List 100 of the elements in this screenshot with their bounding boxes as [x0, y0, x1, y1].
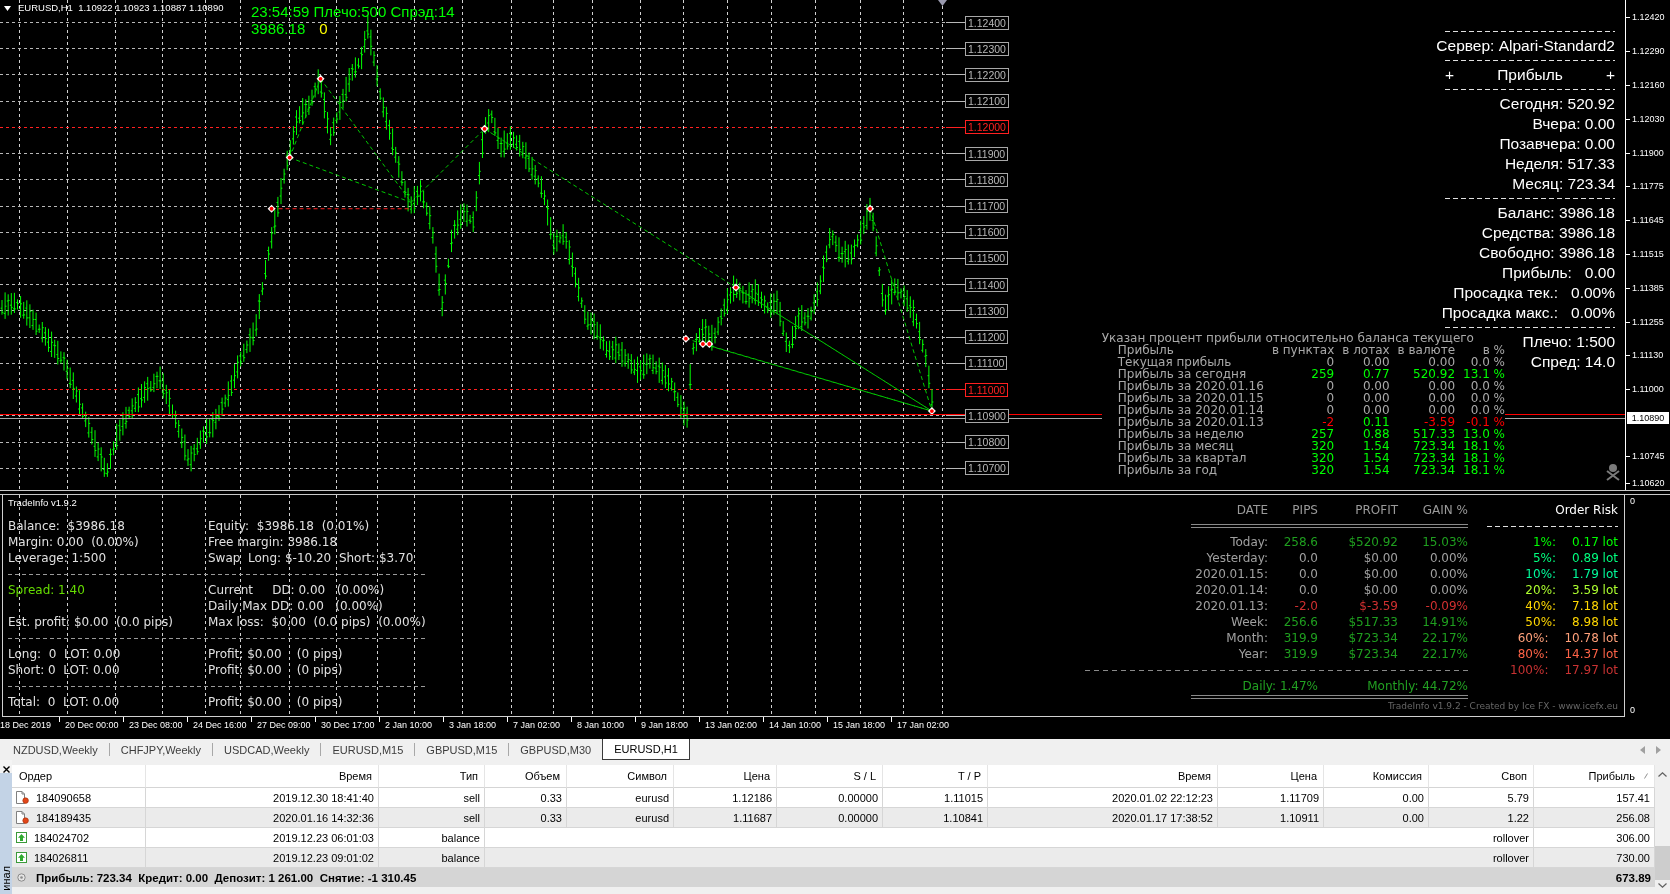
- table-cell: 0.00000: [777, 788, 883, 808]
- info-text: Margin: 0.00 (0.00%): [8, 534, 140, 550]
- table-cell-text: 320: [1310, 440, 1335, 452]
- info-text: Swap Long: $-10.20 Short: $3.70: [208, 550, 415, 566]
- stats-value: $-3.59: [1358, 598, 1398, 614]
- price-axis-label: 1.12030: [1632, 114, 1665, 125]
- risk-label: 1%:: [1533, 534, 1557, 550]
- risk-value: 17.97 lot: [1564, 662, 1618, 678]
- table-cell: rollover: [485, 828, 1534, 848]
- profit-note: Указан процент прибыли относительно баланса текущего: [1101, 332, 1475, 344]
- info-text: Total: 0 LOT: 0.00: [8, 694, 121, 710]
- risk-label: 50%:: [1525, 614, 1557, 630]
- price-axis-label: 1.11000: [1632, 384, 1664, 395]
- table-cell: balance: [379, 828, 485, 848]
- chart-tab[interactable]: NZDUSD,Weekly: [2, 739, 109, 760]
- chart-tab[interactable]: CHFJPY,Weekly: [109, 739, 213, 760]
- stats-value: 15.03%: [1421, 534, 1468, 550]
- table-cell-text: 1.54: [1361, 464, 1390, 476]
- chart-tab[interactable]: EURUSD,H1: [602, 739, 690, 760]
- risk-label: 5%:: [1533, 550, 1557, 566]
- table-cell: 184026811: [34, 851, 89, 864]
- chart-tab[interactable]: GBPUSD,M30: [509, 739, 603, 760]
- price-level-label: 1.12300: [965, 42, 1009, 56]
- risk-value: 0.89 lot: [1572, 550, 1618, 566]
- price-level-label: 1.11300: [965, 304, 1009, 318]
- table-cell-text: 0.0 %: [1469, 404, 1505, 416]
- table-cell: 1.12186: [674, 788, 777, 808]
- table-cell-text: 0: [1326, 356, 1335, 368]
- ring-icon: [17, 873, 26, 882]
- column-header: в лотах: [1342, 344, 1390, 356]
- risk-label: 60%:: [1517, 630, 1549, 646]
- stats-value: $520.92: [1347, 534, 1398, 550]
- table-cell: 184024702: [34, 831, 90, 844]
- stats-value: 256.6: [1282, 614, 1318, 630]
- account-line: Средства: 3986.18: [1481, 223, 1615, 243]
- table-cell-text: 1.54: [1361, 452, 1390, 464]
- table-cell-text: 0: [1325, 392, 1335, 404]
- chart-tab[interactable]: EURUSD,M15: [321, 739, 415, 760]
- price-level-label: 1.10900: [965, 409, 1009, 423]
- scroll-up-icon[interactable]: [1658, 772, 1667, 777]
- column-header[interactable]: S / L: [777, 765, 883, 788]
- scrollbar-thumb[interactable]: [1655, 846, 1670, 880]
- table-cell-text: 320: [1310, 452, 1335, 464]
- table-cell-text: -2: [1321, 416, 1335, 428]
- chart-tab[interactable]: GBPUSD,M15: [415, 739, 509, 760]
- column-header[interactable]: Ордер: [12, 765, 146, 788]
- summary-text: Прибыль: 723.34 Кредит: 0.00 Депозит: 1 261.00 Снятие: -1 310.45: [36, 871, 417, 884]
- close-icon[interactable]: [2, 766, 10, 773]
- row-label: Прибыль за 2020.01.16: [1116, 380, 1264, 392]
- table-cell: rollover: [485, 848, 1534, 868]
- table-cell: 2019.12.23 06:01:03: [146, 828, 379, 848]
- risk-label: 40%:: [1525, 598, 1557, 614]
- risk-label: 100%:: [1510, 662, 1549, 678]
- info-text: Spread: 1.40: [8, 582, 86, 598]
- stats-value: $723.34: [1347, 646, 1398, 662]
- time-axis-label: 9 Jan 18:00: [641, 720, 689, 730]
- price-level-label: 1.11400: [965, 278, 1009, 292]
- column-header[interactable]: Прибыль: [1534, 765, 1655, 788]
- time-axis-label: 17 Jan 02:00: [897, 720, 950, 730]
- info-text: Profit: $0.00 (0 pips): [208, 646, 344, 662]
- stats-value: $0.00: [1362, 566, 1398, 582]
- column-header[interactable]: Тип: [379, 765, 485, 788]
- axis-label: 0: [1630, 705, 1635, 716]
- info-text: Profit: $0.00 (0 pips): [208, 694, 344, 710]
- row-label: Прибыль за 2020.01.14: [1116, 404, 1264, 416]
- scroll-down-icon[interactable]: [1658, 883, 1667, 888]
- chart-tab[interactable]: USDCAD,Weekly: [213, 739, 321, 760]
- column-header[interactable]: Цена: [1218, 765, 1324, 788]
- risk-value: 8.98 lot: [1572, 614, 1618, 630]
- info-text: Daily Max DD: 0.00 (0.00%): [208, 598, 384, 614]
- column-header[interactable]: Объем: [485, 765, 567, 788]
- column-header[interactable]: Цена: [674, 765, 777, 788]
- table-cell: 184090658: [36, 791, 92, 804]
- price-axis-label: 1.11775: [1632, 181, 1664, 192]
- time-axis-label: 3 Jan 18:00: [449, 720, 497, 730]
- table-cell: 1.10911: [1218, 808, 1324, 828]
- row-label: 2020.01.13:: [1194, 598, 1268, 614]
- table-cell-text: 0.11: [1361, 416, 1390, 428]
- table-cell: 730.00: [1534, 848, 1655, 868]
- time-axis-label: 13 Jan 02:00: [705, 720, 758, 730]
- info-text: Short: 0 LOT: 0.00: [8, 662, 121, 678]
- table-cell: balance: [379, 848, 485, 868]
- time-axis-label: 8 Jan 10:00: [577, 720, 625, 730]
- skull-crossbones-icon[interactable]: [1605, 463, 1621, 481]
- column-header[interactable]: Комиссия: [1324, 765, 1429, 788]
- column-header[interactable]: Символ: [567, 765, 674, 788]
- column-header[interactable]: T / P: [883, 765, 988, 788]
- stats-value: $0.00: [1362, 550, 1398, 566]
- row-label: Yesterday:: [1205, 550, 1268, 566]
- column-header[interactable]: Своп: [1429, 765, 1534, 788]
- price-axis-label: 1.11130: [1632, 350, 1664, 361]
- column-header[interactable]: Время: [146, 765, 379, 788]
- price-axis-label: 1.12290: [1632, 46, 1665, 57]
- table-cell: 0.00: [1324, 808, 1429, 828]
- row-label: Week:: [1230, 614, 1268, 630]
- column-header[interactable]: Время: [988, 765, 1218, 788]
- spread-text: Спред: 14.0: [1530, 352, 1615, 372]
- table-cell-text: 259: [1310, 368, 1335, 380]
- server-label: Сервер: Alpari-Standard2: [1436, 36, 1615, 56]
- total-value: 673.89: [1615, 871, 1651, 884]
